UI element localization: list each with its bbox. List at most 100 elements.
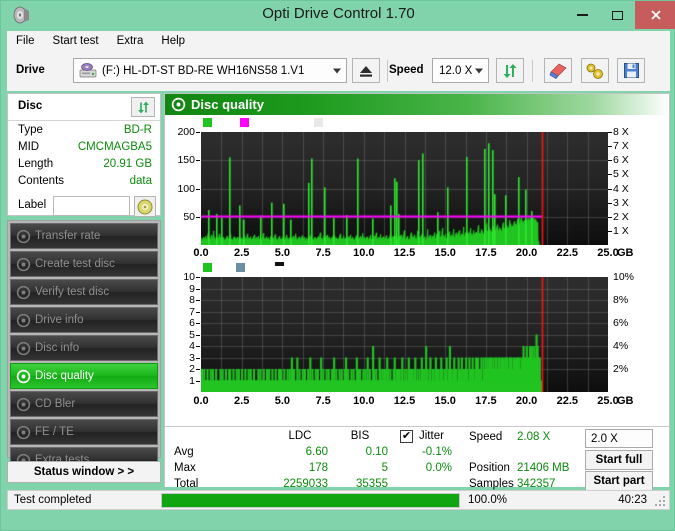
x-axis-tick: 15.0 [434, 247, 456, 259]
main-panel: Disc quality LDC Read speed Write speed … [164, 93, 670, 491]
menu-item-extra[interactable]: Extra [108, 33, 153, 49]
maximize-button[interactable] [600, 1, 635, 29]
ldc-chart: LDC Read speed Write speed 50 100 150 200 1… [165, 115, 669, 267]
progress-percent: 100.0% [468, 494, 508, 506]
disc-info-icon [11, 341, 35, 356]
sidebar-item-create-test-disc[interactable]: Create test disc [10, 251, 158, 277]
x-axis-tick: 0.0 [193, 395, 209, 407]
axis-tick: 7 X [613, 140, 629, 153]
elapsed-time: 40:23 [618, 494, 647, 506]
disc-fete-icon [11, 425, 35, 440]
drive-label: Drive [16, 64, 45, 76]
minimize-button[interactable] [565, 1, 600, 29]
drive-info-icon [11, 313, 35, 328]
axis-tick-mark [196, 188, 200, 190]
eject-button[interactable] [352, 58, 380, 83]
eject-icon [360, 65, 372, 77]
disc-row-type: Type BD-R [8, 124, 160, 140]
status-text: Test completed [14, 494, 92, 506]
axis-tick-mark [196, 160, 200, 162]
disc-label-input[interactable] [53, 196, 130, 216]
drive-select[interactable]: (F:) HL-DT-ST BD-RE WH16NS58 1.V1 [73, 58, 347, 83]
x-axis-tick: 10.0 [353, 395, 375, 407]
axis-tick: 5 X [613, 168, 629, 181]
x-axis-tick: 12.5 [393, 247, 416, 259]
stats-label-speed: Speed [469, 431, 503, 443]
minimize-icon [577, 14, 588, 16]
disc-info-box: Disc Type BD-R MID CMCMAGBA5 Length 20.9… [7, 93, 161, 217]
jitter-marker-icon [274, 262, 284, 266]
x-axis-tick: 17.5 [475, 247, 497, 259]
start-part-button[interactable]: Start part [585, 471, 653, 491]
status-window-button[interactable]: Status window > > [7, 461, 161, 483]
tools-button[interactable] [581, 58, 609, 83]
sidebar-item-disc-quality[interactable]: Disc quality [10, 363, 158, 389]
sidebar-item-verify-test-disc[interactable]: Verify test disc [10, 279, 158, 305]
sidebar-item-transfer-rate[interactable]: Transfer rate [10, 223, 158, 249]
axis-tick-mark [196, 132, 200, 133]
chevron-down-icon [333, 68, 341, 73]
jitter-checkbox[interactable]: ✔ [400, 430, 413, 443]
disc-box-title: Disc [18, 100, 43, 112]
stats-value-speed: 2.08 X [517, 431, 551, 443]
chevron-down-icon [475, 68, 483, 73]
menu-item-start-test[interactable]: Start test [44, 33, 108, 49]
disc-value-length: 20.91 GB [103, 158, 152, 170]
axis-tick: 2% [613, 363, 629, 375]
disc-label-button[interactable] [134, 196, 156, 217]
stats-label-position: Position [469, 462, 510, 474]
speed-select[interactable]: 12.0 X [432, 58, 489, 83]
disc-row-mid: MID CMCMAGBA5 [8, 141, 160, 157]
axis-tick: 2 [189, 363, 195, 375]
axis-tick: 6 X [613, 154, 629, 167]
axis-tick: 50 [183, 210, 195, 223]
axis-tick-mark [608, 132, 612, 133]
status-bar: Test completed 100.0% 40:23 [7, 490, 670, 510]
disc-key-type: Type [18, 124, 43, 136]
save-icon [623, 63, 639, 78]
erase-button[interactable] [544, 58, 572, 83]
sidebar-item-fe-te[interactable]: FE / TE [10, 419, 158, 445]
save-button[interactable] [617, 58, 645, 83]
close-button[interactable] [635, 1, 675, 29]
progress-bar [161, 493, 460, 508]
axis-tick-mark [196, 369, 200, 370]
disc-value-type: BD-R [123, 124, 152, 136]
sidebar-item-cd-bler[interactable]: CD Bler [10, 391, 158, 417]
bis-plot-area[interactable] [201, 277, 608, 392]
disc-key-label: Label [18, 199, 47, 211]
x-axis-tick: 22.5 [556, 395, 578, 407]
x-axis-tick: 20.0 [515, 247, 538, 259]
axis-tick-mark [608, 188, 612, 190]
axis-tick: 5 [189, 328, 195, 341]
sidebar-label-cd-bler: CD Bler [35, 398, 76, 410]
resize-grip[interactable] [655, 496, 665, 506]
start-full-button[interactable]: Start full [585, 450, 653, 470]
erase-icon [549, 63, 567, 79]
refresh-button[interactable] [496, 58, 524, 83]
test-speed-select[interactable]: 2.0 X [585, 429, 653, 448]
legend-swatch [235, 263, 245, 272]
axis-tick-mark [196, 277, 200, 278]
bis-chart: BIS Jitter 1 2 3 4 5 6 7 8 9 10 2% 4% 6% 8% 10% 0.0 2.… [165, 262, 669, 424]
menu-item-file[interactable]: File [7, 33, 44, 49]
disc-test-icon [11, 229, 35, 244]
disc-key-mid: MID [18, 141, 40, 153]
axis-tick: 6 [189, 317, 195, 329]
ldc-plot-area[interactable] [201, 132, 608, 245]
sidebar-label-fe-te: FE / TE [35, 426, 74, 438]
menu-item-help[interactable]: Help [152, 33, 194, 49]
legend-swatch [314, 118, 324, 127]
x-axis-tick: 22.5 [556, 247, 578, 259]
disc-refresh-button[interactable] [131, 97, 155, 117]
legend-swatch [203, 118, 212, 127]
stats-value-position: 21406 MB [517, 462, 570, 474]
sidebar-item-drive-info[interactable]: Drive info [10, 307, 158, 333]
stats-header-jitter: Jitter [419, 430, 444, 442]
stats-row-label-max: Max [174, 462, 196, 474]
axis-tick: 4 [189, 340, 195, 352]
sidebar-item-disc-info[interactable]: Disc info [10, 335, 158, 361]
x-axis-unit-label: GB [617, 247, 634, 259]
stats-avg-jitter: -0.1% [421, 446, 452, 458]
legend-swatch [240, 118, 250, 127]
